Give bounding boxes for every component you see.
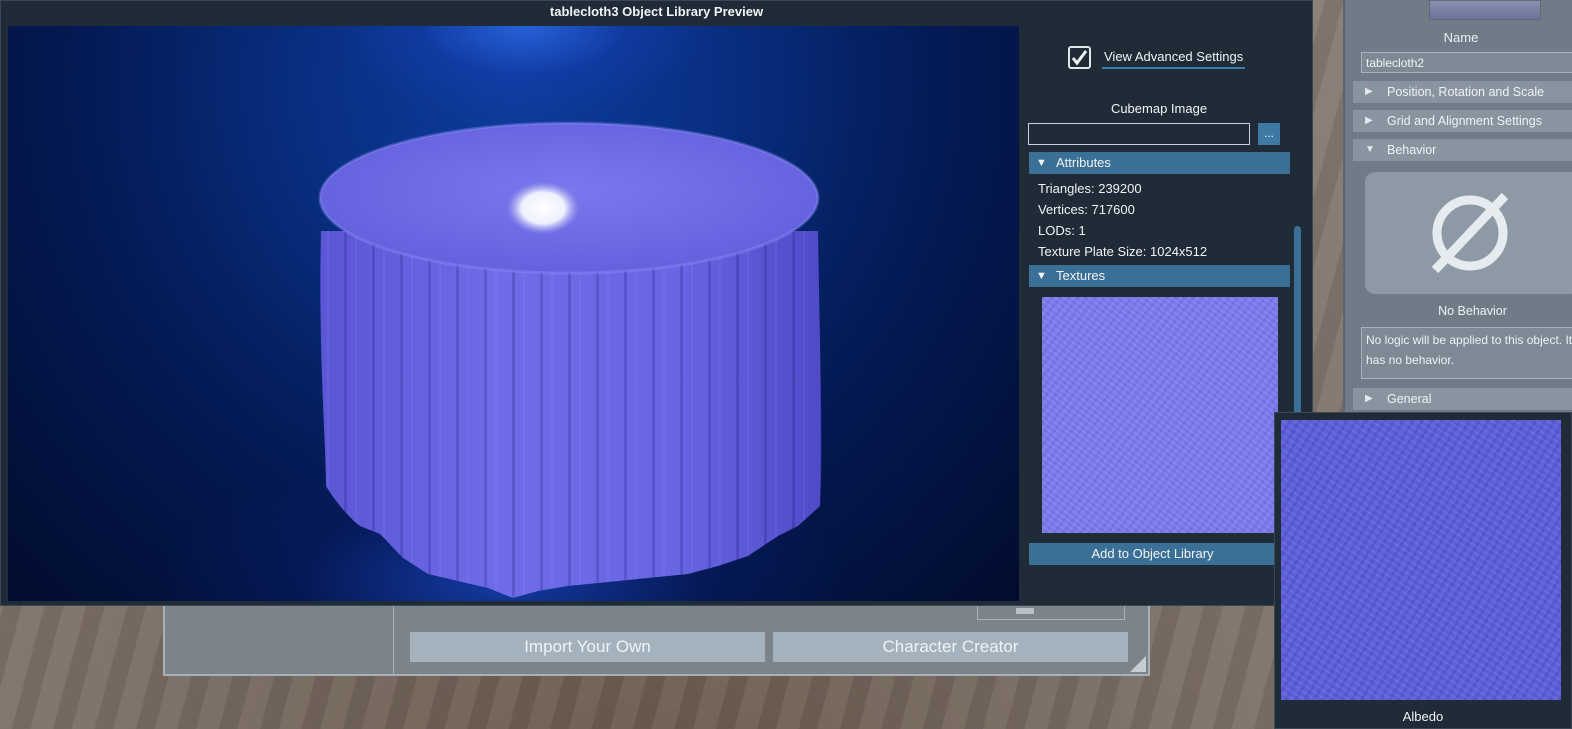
section-label: General bbox=[1387, 392, 1432, 406]
tablecloth-model bbox=[318, 121, 822, 598]
textures-header[interactable]: ▼ Textures bbox=[1029, 265, 1290, 287]
section-grid-alignment[interactable]: ▶ Grid and Alignment Settings bbox=[1353, 110, 1572, 132]
section-general[interactable]: ▶ General bbox=[1353, 388, 1572, 410]
name-input[interactable]: tablecloth2 bbox=[1361, 52, 1572, 73]
settings-scrollbar[interactable] bbox=[1294, 226, 1301, 426]
triangle-right-icon: ▶ bbox=[1365, 115, 1373, 126]
library-panel: Import Your Own Character Creator bbox=[163, 598, 1150, 676]
section-behavior[interactable]: ▼ Behavior bbox=[1353, 139, 1572, 161]
advanced-settings-label[interactable]: View Advanced Settings bbox=[1102, 49, 1246, 69]
albedo-preview-popup: Albedo bbox=[1274, 412, 1572, 729]
triangle-down-icon: ▼ bbox=[1365, 144, 1375, 155]
attributes-header-label: Attributes bbox=[1056, 155, 1111, 170]
triangle-down-icon: ▼ bbox=[1036, 157, 1047, 169]
section-label: Position, Rotation and Scale bbox=[1387, 85, 1545, 99]
character-creator-button[interactable]: Character Creator bbox=[773, 632, 1128, 662]
texture-thumbnail[interactable] bbox=[1042, 297, 1278, 533]
behavior-description: No logic will be applied to this object.… bbox=[1361, 327, 1572, 379]
preview-window: tablecloth3 Object Library Preview View … bbox=[0, 0, 1313, 606]
window-title: tablecloth3 Object Library Preview bbox=[549, 4, 764, 19]
add-to-library-button[interactable]: Add to Object Library bbox=[1029, 543, 1276, 565]
inspector-panel: Name tablecloth2 ▶ Position, Rotation an… bbox=[1343, 0, 1572, 415]
triangles-count: Triangles: 239200 bbox=[1038, 181, 1142, 196]
prohibited-circle-icon bbox=[1431, 192, 1509, 274]
3d-viewport[interactable] bbox=[8, 26, 1019, 601]
object-thumbnail bbox=[1429, 0, 1541, 20]
check-icon bbox=[1071, 50, 1088, 66]
vertices-count: Vertices: 717600 bbox=[1038, 202, 1135, 217]
texture-plate-size: Texture Plate Size: 1024x512 bbox=[1038, 244, 1208, 259]
panel-divider bbox=[393, 600, 394, 674]
section-label: Behavior bbox=[1387, 143, 1437, 157]
section-label: Grid and Alignment Settings bbox=[1387, 114, 1542, 128]
behavior-selector[interactable] bbox=[1365, 172, 1572, 294]
triangle-right-icon: ▶ bbox=[1365, 86, 1373, 97]
triangle-right-icon: ▶ bbox=[1365, 393, 1373, 404]
textures-header-label: Textures bbox=[1056, 268, 1106, 283]
attributes-header[interactable]: ▼ Attributes bbox=[1029, 152, 1290, 174]
albedo-texture-image bbox=[1281, 420, 1561, 700]
resize-handle[interactable] bbox=[1130, 656, 1146, 672]
name-label: Name bbox=[1443, 30, 1479, 45]
browse-button[interactable]: ... bbox=[1258, 123, 1280, 145]
albedo-label: Albedo bbox=[1402, 709, 1444, 724]
cubemap-label: Cubemap Image bbox=[1110, 101, 1208, 116]
section-position-rotation-scale[interactable]: ▶ Position, Rotation and Scale bbox=[1353, 81, 1572, 103]
library-scrollbar[interactable] bbox=[977, 604, 1125, 620]
advanced-settings-checkbox[interactable] bbox=[1068, 46, 1091, 69]
triangle-down-icon: ▼ bbox=[1036, 270, 1047, 282]
behavior-title: No Behavior bbox=[1438, 304, 1507, 318]
lods-count: LODs: 1 bbox=[1038, 223, 1086, 238]
cubemap-input[interactable] bbox=[1028, 123, 1250, 145]
import-your-own-button[interactable]: Import Your Own bbox=[410, 632, 765, 662]
